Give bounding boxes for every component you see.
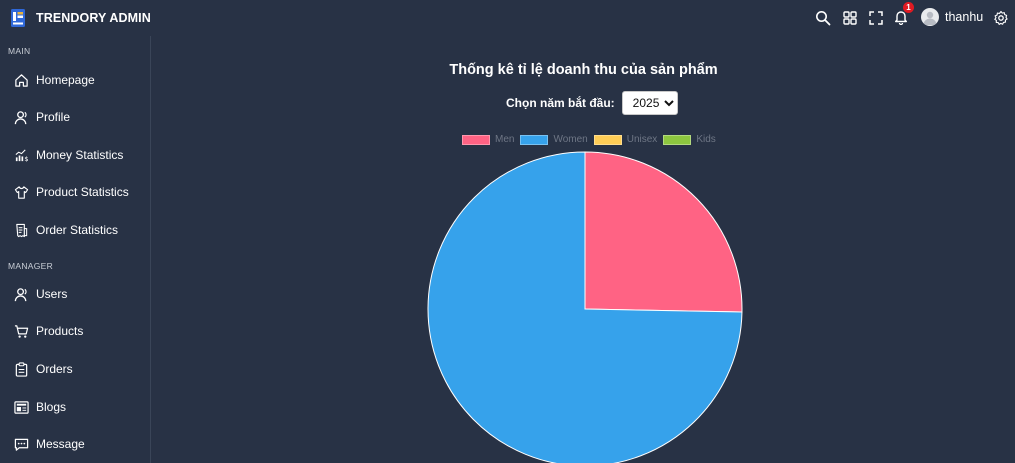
top-bar: TRENDORY ADMIN <box>0 0 1015 36</box>
sidebar-item-label: Homepage <box>36 73 95 87</box>
pie-chart <box>427 151 743 463</box>
sidebar-item-products[interactable]: Products <box>0 316 150 346</box>
sidebar-item-order-statistics[interactable]: Order Statistics <box>0 215 150 245</box>
sidebar-item-orders[interactable]: Orders <box>0 354 150 384</box>
sidebar-item-homepage[interactable]: Homepage <box>0 65 150 95</box>
avatar-icon <box>923 11 937 25</box>
gear-icon[interactable] <box>993 10 1009 26</box>
sidebar-item-label: Blogs <box>36 400 67 414</box>
fullscreen-icon[interactable] <box>868 10 884 26</box>
home-icon <box>15 73 28 87</box>
blog-icon <box>14 400 29 414</box>
app-title: TRENDORY ADMIN <box>36 11 151 25</box>
brand[interactable]: TRENDORY ADMIN <box>11 9 151 27</box>
sidebar-item-users[interactable]: Users <box>0 279 150 309</box>
sidebar-item-product-statistics[interactable]: Product Statistics <box>0 177 150 207</box>
sidebar-item-blogs[interactable]: Blogs <box>0 392 150 422</box>
sidebar-item-label: Users <box>36 287 68 301</box>
receipt-icon <box>16 223 28 237</box>
logo-icon <box>11 9 25 27</box>
sidebar-item-label: Products <box>36 324 84 338</box>
user-icon <box>14 287 27 301</box>
section-label-manager: MANAGER <box>8 261 54 271</box>
clipboard-icon <box>15 361 28 377</box>
sidebar-item-money-statistics[interactable]: $ Money Statistics <box>0 140 150 170</box>
sidebar-item-label: Order Statistics <box>36 223 119 237</box>
message-icon <box>14 438 29 451</box>
username[interactable]: thanhu <box>945 10 983 24</box>
money-chart-icon: $ <box>15 149 28 163</box>
sidebar: MAIN Homepage Profile $ Money Statistics… <box>0 36 151 463</box>
section-label-main: MAIN <box>8 46 31 56</box>
sidebar-item-label: Money Statistics <box>36 148 124 162</box>
search-icon[interactable] <box>815 10 831 26</box>
avatar[interactable] <box>921 8 939 26</box>
main-content: Thống kê tỉ lệ doanh thu của sản phẩm Ch… <box>152 36 1015 463</box>
svg-text:$: $ <box>24 155 28 163</box>
notification-badge: 1 <box>903 2 914 13</box>
grid-icon[interactable] <box>842 10 858 26</box>
sidebar-item-label: Message <box>36 437 85 451</box>
shirt-icon <box>14 185 29 199</box>
cart-icon <box>14 324 29 338</box>
user-icon <box>14 110 27 124</box>
sidebar-item-label: Orders <box>36 362 73 376</box>
sidebar-item-message[interactable]: Message <box>0 429 150 459</box>
pie-slice-men[interactable] <box>584 151 743 313</box>
sidebar-item-label: Profile <box>36 110 71 124</box>
sidebar-item-label: Product Statistics <box>36 185 129 199</box>
sidebar-item-profile[interactable]: Profile <box>0 102 150 132</box>
